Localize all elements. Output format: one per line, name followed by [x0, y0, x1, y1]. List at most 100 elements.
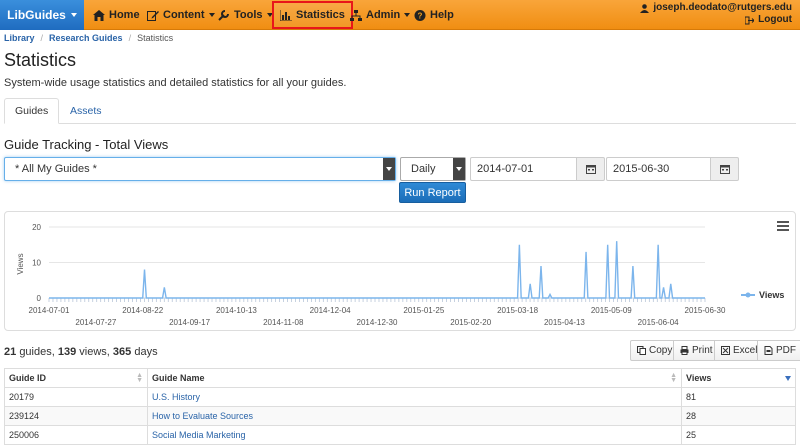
cell-views: 28	[681, 406, 796, 426]
start-date-input[interactable]: 2014-07-01	[470, 157, 577, 181]
x-tick-label: 2015-05-09	[591, 306, 632, 315]
home-icon	[93, 9, 105, 21]
views-chart: 0 10 20 Views 2014-07-01 2014-08-22 2014-10-13…	[4, 211, 796, 331]
guide-link[interactable]: How to Evaluate Sources	[152, 411, 253, 421]
pdf-label: PDF	[776, 345, 796, 356]
start-date-calendar-button[interactable]	[577, 157, 605, 181]
svg-text:?: ?	[418, 11, 423, 20]
calendar-icon	[719, 165, 730, 174]
guide-select[interactable]: * All My Guides *	[4, 157, 396, 181]
x-tick-label: 2014-11-08	[263, 318, 304, 327]
cell-views: 25	[681, 425, 796, 445]
calendar-icon	[585, 165, 596, 174]
cell-guide-id: 20179	[4, 387, 148, 407]
section-title: Guide Tracking - Total Views	[4, 137, 169, 152]
x-tick-label: 2014-08-22	[122, 306, 163, 315]
cell-guide-name: How to Evaluate Sources	[147, 406, 682, 426]
wrench-icon	[218, 9, 229, 21]
cell-views: 81	[681, 387, 796, 407]
tab-guides[interactable]: Guides	[4, 98, 60, 124]
summary-guides-count: 21	[4, 346, 17, 358]
user-email: joseph.deodato@rutgers.edu	[653, 2, 792, 13]
tab-assets[interactable]: Assets	[60, 98, 112, 124]
guide-select-value: * All My Guides *	[15, 163, 97, 175]
sitemap-icon	[350, 9, 362, 21]
chevron-down-icon	[404, 13, 411, 17]
sort-icon: ▲ ▼	[670, 372, 677, 384]
column-header-guide-id[interactable]: Guide ID ▲ ▼	[4, 368, 148, 388]
column-header-guide-name[interactable]: Guide Name ▲ ▼	[147, 368, 682, 388]
edit-icon	[147, 10, 159, 21]
nav-admin[interactable]: Admin	[350, 0, 411, 30]
x-tick-label: 2015-06-04	[638, 318, 679, 327]
chevron-down-icon	[453, 158, 465, 180]
logout-label: Logout	[758, 14, 792, 25]
guide-link[interactable]: U.S. History	[152, 392, 200, 402]
copy-button[interactable]: Copy	[630, 340, 680, 361]
nav-content[interactable]: Content	[147, 0, 215, 30]
cell-guide-id: 239124	[4, 406, 148, 426]
y-tick-label: 10	[32, 259, 41, 268]
nav-statistics[interactable]: Statistics	[272, 1, 353, 29]
brand-label: LibGuides	[7, 8, 66, 22]
x-tick-label: 2014-12-04	[310, 306, 351, 315]
user-icon	[640, 3, 650, 13]
x-tick-label: 2015-04-13	[544, 318, 585, 327]
nav-tools-label: Tools	[234, 9, 263, 21]
table-row: 239124 How to Evaluate Sources 28	[4, 406, 796, 426]
x-tick-label: 2014-09-17	[169, 318, 210, 327]
summary-guides-label: guides,	[19, 346, 55, 358]
tab-bar: Guides Assets	[4, 98, 796, 124]
x-tick-label: 2014-10-13	[216, 306, 257, 315]
breadcrumb-library[interactable]: Library	[4, 33, 35, 43]
pdf-button[interactable]: PDF	[757, 340, 800, 361]
y-tick-label: 20	[32, 223, 41, 232]
print-button[interactable]: Print	[673, 340, 720, 361]
end-date-input[interactable]: 2015-06-30	[606, 157, 711, 181]
copy-label: Copy	[649, 345, 673, 356]
brand-button[interactable]: LibGuides	[0, 0, 84, 30]
start-date-group: 2014-07-01	[470, 157, 605, 181]
x-tick-label: 2015-03-18	[497, 306, 538, 315]
breadcrumb-research-guides[interactable]: Research Guides	[49, 33, 123, 43]
sort-icon: ▲ ▼	[136, 372, 143, 384]
page-description: System-wide usage statistics and detaile…	[4, 77, 347, 89]
chevron-down-icon	[383, 158, 395, 180]
question-icon: ?	[414, 9, 426, 21]
guide-link[interactable]: Social Media Marketing	[152, 430, 246, 440]
nav-content-label: Content	[163, 9, 205, 21]
summary-views-label: views,	[79, 346, 110, 358]
period-select[interactable]: Daily	[400, 157, 466, 181]
logout-icon	[745, 16, 755, 24]
chevron-down-icon	[70, 13, 77, 17]
nav-statistics-label: Statistics	[296, 9, 345, 21]
nav-tools[interactable]: Tools	[218, 0, 273, 30]
print-label: Print	[692, 345, 713, 356]
header-label: Views	[686, 373, 712, 383]
nav-help-label: Help	[430, 9, 454, 21]
cell-guide-id: 250006	[4, 425, 148, 445]
end-date-calendar-button[interactable]	[711, 157, 739, 181]
nav-help[interactable]: ? Help	[414, 0, 454, 30]
column-header-views[interactable]: Views	[681, 368, 796, 388]
x-tick-label: 2014-07-01	[29, 306, 70, 315]
nav-home[interactable]: Home	[93, 0, 140, 30]
print-icon	[680, 346, 689, 355]
excel-icon	[721, 346, 730, 355]
breadcrumb-separator: /	[128, 33, 132, 43]
user-menu: joseph.deodato@rutgers.edu Logout	[640, 2, 792, 26]
cell-guide-name: U.S. History	[147, 387, 682, 407]
chart-menu-icon[interactable]	[777, 221, 789, 231]
run-report-button[interactable]: Run Report	[399, 182, 466, 203]
logout-link[interactable]: Logout	[640, 14, 792, 26]
breadcrumb: Library / Research Guides / Statistics	[4, 33, 173, 43]
bar-chart-icon	[280, 9, 292, 21]
cell-guide-name: Social Media Marketing	[147, 425, 682, 445]
table-header-row: Guide ID ▲ ▼ Guide Name ▲ ▼ Views	[4, 368, 796, 388]
table-row: 250006 Social Media Marketing 25	[4, 425, 796, 445]
user-account-link[interactable]: joseph.deodato@rutgers.edu	[640, 2, 792, 14]
breadcrumb-separator: /	[40, 33, 44, 43]
nav-home-label: Home	[109, 9, 140, 21]
summary-days-label: days	[134, 346, 158, 358]
end-date-group: 2015-06-30	[606, 157, 739, 181]
